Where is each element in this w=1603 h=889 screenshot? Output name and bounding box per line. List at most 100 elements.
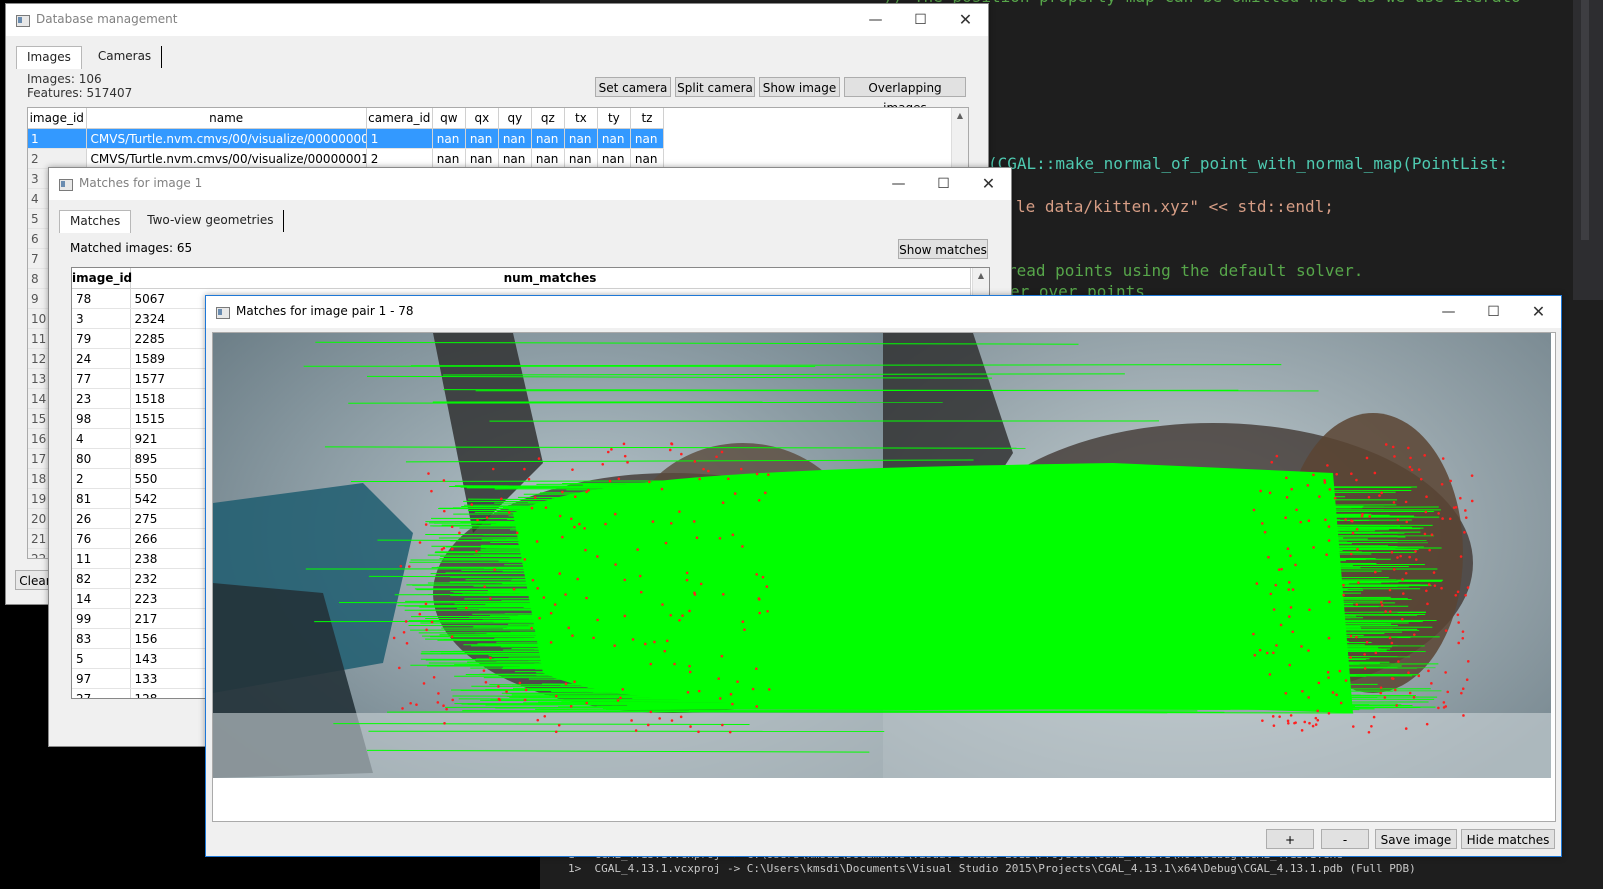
maximize-icon[interactable]: ☐ <box>1471 296 1516 328</box>
feature-point <box>1355 527 1359 531</box>
feature-point <box>436 701 440 704</box>
table-row[interactable]: 2 CMVS/Turtle.nvm.cmvs/00/visualize/00000… <box>28 148 665 169</box>
scroll-up-icon[interactable]: ▲ <box>952 108 968 124</box>
column-header[interactable]: image_id <box>28 108 87 129</box>
feature-point <box>418 612 422 616</box>
close-icon[interactable]: ✕ <box>966 168 1011 200</box>
column-header[interactable]: qz <box>531 108 565 129</box>
feature-point <box>685 578 689 582</box>
set-camera-button[interactable]: Set camera <box>595 77 671 97</box>
feature-point <box>1440 482 1444 486</box>
feature-point <box>1261 522 1264 525</box>
minimize-icon[interactable]: — <box>876 168 921 200</box>
feature-point <box>1423 454 1426 457</box>
tab-cameras[interactable]: Cameras <box>88 46 163 68</box>
tab-matches[interactable]: Matches <box>59 210 132 233</box>
feature-point <box>1291 588 1295 591</box>
feature-point <box>564 682 568 686</box>
feature-point <box>1390 550 1394 554</box>
column-header[interactable]: camera_id <box>366 108 433 129</box>
column-header[interactable]: num_matches <box>130 268 971 289</box>
feature-point <box>484 681 488 684</box>
feature-point <box>1300 729 1304 732</box>
column-header[interactable]: tx <box>564 108 598 129</box>
table-cell: 76 <box>72 528 131 549</box>
feature-point <box>757 498 761 502</box>
feature-point <box>668 448 672 452</box>
minimize-icon[interactable]: — <box>1426 296 1471 328</box>
close-icon[interactable]: ✕ <box>1516 296 1561 328</box>
feature-point <box>536 586 539 590</box>
feature-point <box>617 477 621 481</box>
tab-two-view-geometries[interactable]: Two-view geometries <box>137 210 285 232</box>
hide-matches-button[interactable]: Hide matches <box>1461 829 1555 849</box>
feature-point <box>1417 468 1421 471</box>
save-image-button[interactable]: Save image <box>1375 829 1457 849</box>
feature-point <box>554 694 558 698</box>
table-cell: 81 <box>72 488 131 509</box>
feature-point <box>614 563 617 566</box>
table-cell: 99 <box>72 608 131 629</box>
feature-point <box>669 613 673 617</box>
feature-point <box>1373 471 1377 475</box>
zoom-out-button[interactable]: - <box>1321 829 1369 849</box>
feature-point <box>475 549 478 553</box>
feature-point <box>720 450 724 454</box>
feature-point <box>693 591 696 595</box>
show-matches-button[interactable]: Show matches <box>898 239 988 259</box>
feature-point <box>1433 584 1437 587</box>
feature-point <box>765 585 769 588</box>
title-bar[interactable]: Database management — ☐ ✕ <box>6 4 988 36</box>
column-header[interactable]: ty <box>597 108 631 129</box>
feature-point <box>451 547 454 551</box>
zoom-in-button[interactable]: + <box>1266 829 1314 849</box>
tab-images[interactable]: Images <box>16 46 82 69</box>
show-image-button[interactable]: Show image <box>759 77 840 97</box>
feature-point <box>1452 506 1456 510</box>
feature-point <box>557 723 561 727</box>
feature-point <box>542 596 546 599</box>
ide-scrollbar[interactable] <box>1573 0 1603 300</box>
column-header[interactable]: qw <box>432 108 466 129</box>
table-cell: 80 <box>72 448 131 469</box>
feature-point <box>688 609 691 613</box>
title-bar[interactable]: Matches for image 1 — ☐ ✕ <box>49 168 1011 200</box>
feature-point <box>458 531 461 535</box>
feature-point <box>1289 606 1293 609</box>
overlapping-images-button[interactable]: Overlapping images <box>844 77 966 115</box>
feature-point <box>1404 571 1408 575</box>
split-camera-button[interactable]: Split camera <box>675 77 755 97</box>
feature-point <box>1285 496 1289 499</box>
feature-point <box>731 702 734 706</box>
table-cell: 26 <box>72 508 131 529</box>
feature-point <box>1419 477 1423 481</box>
table-row[interactable]: 1 CMVS/Turtle.nvm.cmvs/00/visualize/00000… <box>28 128 665 149</box>
title-bar[interactable]: Matches for image pair 1 - 78 — ☐ ✕ <box>206 296 1561 328</box>
feature-point <box>596 555 599 558</box>
feature-point <box>432 676 436 679</box>
feature-point <box>1259 489 1262 493</box>
feature-point <box>549 641 553 644</box>
feature-point <box>665 639 669 643</box>
column-header[interactable]: tz <box>630 108 665 129</box>
feature-point <box>1470 499 1474 503</box>
column-header[interactable]: qx <box>465 108 499 129</box>
feature-point <box>491 467 495 471</box>
minimize-icon[interactable]: — <box>853 4 898 36</box>
feature-point <box>1294 721 1297 724</box>
maximize-icon[interactable]: ☐ <box>921 168 966 200</box>
feature-point <box>537 457 541 460</box>
maximize-icon[interactable]: ☐ <box>898 4 943 36</box>
image-viewport[interactable] <box>212 332 1556 822</box>
close-icon[interactable]: ✕ <box>943 4 988 36</box>
column-header[interactable]: qy <box>498 108 532 129</box>
feature-point <box>686 690 690 694</box>
feature-point <box>1306 484 1310 487</box>
feature-point <box>518 681 522 685</box>
feature-point <box>721 723 724 727</box>
scroll-up-icon[interactable]: ▲ <box>973 268 989 284</box>
feature-point <box>485 516 489 519</box>
column-header[interactable]: image_id <box>72 268 132 289</box>
feature-point <box>1466 660 1470 663</box>
column-header[interactable]: name <box>86 108 367 129</box>
